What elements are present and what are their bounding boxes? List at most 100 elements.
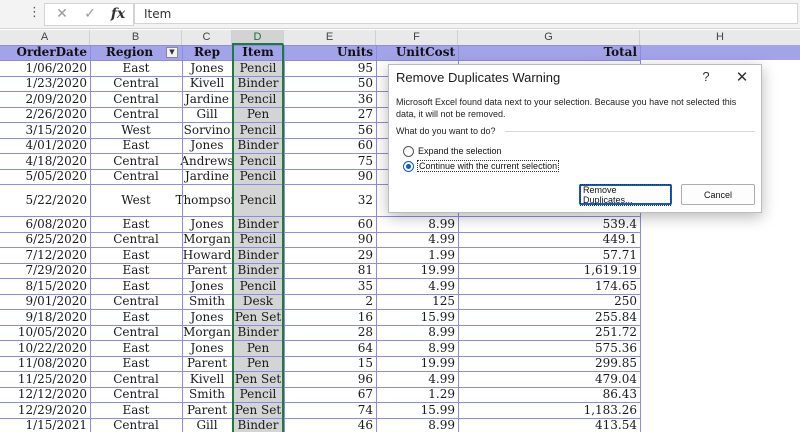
header-total[interactable]: Total <box>458 45 640 60</box>
cell-date[interactable]: 7/29/2020 <box>0 263 90 279</box>
cell-unitcost[interactable]: 8.99 <box>376 418 458 432</box>
cell-date[interactable]: 11/08/2020 <box>0 356 90 372</box>
cell-total[interactable]: 174.65 <box>458 278 640 294</box>
cancel-button[interactable]: Cancel <box>681 184 755 205</box>
cell-total[interactable]: 1,619.19 <box>458 263 640 279</box>
cell-region[interactable]: Central <box>90 91 182 107</box>
cell-rep[interactable]: Morgan <box>182 325 232 341</box>
cell-rep[interactable]: Gill <box>182 107 232 123</box>
cell-unitcost[interactable]: 15.99 <box>376 402 458 418</box>
cell-date[interactable]: 11/25/2020 <box>0 371 90 387</box>
cell-date[interactable]: 10/22/2020 <box>0 340 90 356</box>
cell-rep[interactable]: Jones <box>182 309 232 325</box>
option-expand-selection[interactable]: Expand the selection <box>403 144 502 158</box>
cell-units[interactable]: 60 <box>284 216 376 232</box>
cell-total[interactable]: 299.85 <box>458 356 640 372</box>
cell-region[interactable]: Central <box>90 107 182 123</box>
cell-region[interactable]: Central <box>90 153 182 169</box>
help-button[interactable]: ? <box>697 68 715 86</box>
cell-total[interactable]: 57.71 <box>458 247 640 263</box>
cell-rep[interactable]: Parent <box>182 263 232 279</box>
fx-icon[interactable]: fx <box>109 6 127 23</box>
cell-rep[interactable]: Thompson <box>175 184 238 216</box>
cell-units[interactable]: 16 <box>284 309 376 325</box>
cell-date[interactable]: 10/05/2020 <box>0 325 90 341</box>
cell-rep[interactable]: Jardine <box>182 169 232 185</box>
cell-date[interactable]: 12/12/2020 <box>0 387 90 403</box>
cell-date[interactable]: 5/05/2020 <box>0 169 90 185</box>
cell-date[interactable]: 2/26/2020 <box>0 107 90 123</box>
cell-rep[interactable]: Morgan <box>182 232 232 248</box>
formula-input[interactable]: Item <box>134 3 798 24</box>
cell-units[interactable]: 74 <box>284 402 376 418</box>
cell-region[interactable]: East <box>90 309 182 325</box>
cell-region[interactable]: Central <box>90 169 182 185</box>
cell-total[interactable]: 413.54 <box>458 418 640 432</box>
more-vertical-icon[interactable]: ⋮ <box>28 5 41 23</box>
cell-units[interactable]: 29 <box>284 247 376 263</box>
cell-region[interactable]: Central <box>90 387 182 403</box>
cell-total[interactable]: 575.36 <box>458 340 640 356</box>
cell-units[interactable]: 46 <box>284 418 376 432</box>
cell-unitcost[interactable]: 125 <box>376 294 458 310</box>
cell-total[interactable]: 250 <box>458 294 640 310</box>
cell-date[interactable]: 4/01/2020 <box>0 138 90 154</box>
cell-date[interactable]: 6/25/2020 <box>0 232 90 248</box>
cell-region[interactable]: East <box>90 263 182 279</box>
option-continue-selection[interactable]: Continue with the current selection <box>403 159 560 173</box>
cell-unitcost[interactable]: 19.99 <box>376 356 458 372</box>
cell-total[interactable]: 251.72 <box>458 325 640 341</box>
cell-units[interactable]: 50 <box>284 76 376 92</box>
cell-units[interactable]: 95 <box>284 60 376 76</box>
header-units[interactable]: Units <box>284 45 376 60</box>
cell-region[interactable]: East <box>90 216 182 232</box>
radio-expand[interactable] <box>403 145 414 157</box>
cell-date[interactable]: 6/08/2020 <box>0 216 90 232</box>
column-header-a[interactable]: A <box>0 30 90 45</box>
cell-unitcost[interactable]: 15.99 <box>376 309 458 325</box>
cell-region[interactable]: East <box>90 402 182 418</box>
column-header-f[interactable]: F <box>376 30 458 45</box>
check-icon[interactable]: ✓ <box>81 6 99 23</box>
cell-units[interactable]: 36 <box>284 91 376 107</box>
cell-date[interactable]: 9/18/2020 <box>0 309 90 325</box>
cell-units[interactable]: 27 <box>284 107 376 123</box>
cell-rep[interactable]: Kivell <box>182 76 232 92</box>
cell-rep[interactable]: Kivell <box>182 371 232 387</box>
cell-date[interactable]: 5/22/2020 <box>0 184 90 216</box>
cell-units[interactable]: 96 <box>284 371 376 387</box>
cell-total[interactable]: 449.1 <box>458 232 640 248</box>
column-header-e[interactable]: E <box>284 30 376 45</box>
cell-region[interactable]: Central <box>90 76 182 92</box>
cell-total[interactable]: 86.43 <box>458 387 640 403</box>
cell-units[interactable]: 60 <box>284 138 376 154</box>
cell-rep[interactable]: Jones <box>182 278 232 294</box>
cell-region[interactable]: East <box>90 278 182 294</box>
cell-total[interactable]: 479.04 <box>458 371 640 387</box>
cell-date[interactable]: 8/15/2020 <box>0 278 90 294</box>
cell-region[interactable]: West <box>90 122 182 138</box>
cell-rep[interactable]: Jones <box>182 138 232 154</box>
cell-unitcost[interactable]: 8.99 <box>376 340 458 356</box>
cell-rep[interactable]: Jones <box>182 340 232 356</box>
column-header-c[interactable]: C <box>182 30 232 45</box>
column-header-b[interactable]: B <box>90 30 182 45</box>
cell-rep[interactable]: Jardine <box>182 91 232 107</box>
cell-rep[interactable]: Gill <box>182 418 232 432</box>
cancel-x-icon[interactable]: ✕ <box>53 6 71 23</box>
column-header-h[interactable]: H <box>640 30 800 45</box>
cell-region[interactable]: Central <box>90 371 182 387</box>
cell-rep[interactable]: Sorvino <box>182 122 232 138</box>
cell-rep[interactable]: Howard <box>182 247 232 263</box>
cell-date[interactable]: 4/18/2020 <box>0 153 90 169</box>
cell-rep[interactable]: Parent <box>182 402 232 418</box>
cell-date[interactable]: 2/09/2020 <box>0 91 90 107</box>
cell-unitcost[interactable]: 4.99 <box>376 278 458 294</box>
cell-units[interactable]: 75 <box>284 153 376 169</box>
cell-region[interactable]: West <box>90 184 182 216</box>
cell-units[interactable]: 64 <box>284 340 376 356</box>
cell-region[interactable]: Central <box>90 325 182 341</box>
cell-unitcost[interactable]: 4.99 <box>376 371 458 387</box>
cell-units[interactable]: 90 <box>284 169 376 185</box>
cell-unitcost[interactable]: 4.99 <box>376 232 458 248</box>
